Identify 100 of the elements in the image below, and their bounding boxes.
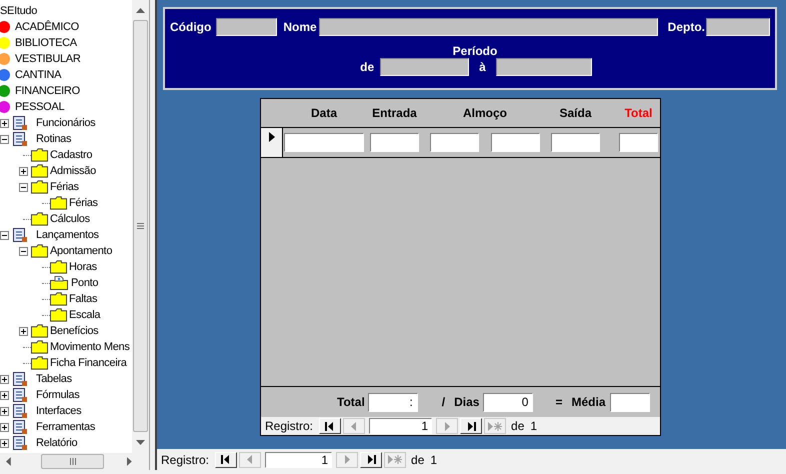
- time-field[interactable]: [370, 133, 419, 152]
- tree-item[interactable]: Benefícios: [50, 324, 98, 338]
- document-icon: [12, 420, 28, 434]
- time-field[interactable]: [619, 133, 658, 152]
- tree-item[interactable]: VESTIBULAR: [15, 52, 80, 66]
- time-field[interactable]: [551, 133, 600, 152]
- tree-item[interactable]: Férias: [69, 196, 98, 210]
- tree-item[interactable]: Funcionários: [36, 116, 96, 130]
- tree-item[interactable]: Férias: [50, 180, 79, 194]
- total-field[interactable]: :: [368, 392, 418, 412]
- field-label: Código: [170, 19, 212, 36]
- tree-item[interactable]: FINANCEIRO: [15, 84, 80, 98]
- scroll-down-icon[interactable]: [136, 440, 145, 445]
- tree-item[interactable]: BIBLIOTECA: [15, 36, 77, 50]
- expand-icon[interactable]: [0, 406, 9, 416]
- last-record-button[interactable]: [360, 452, 382, 468]
- days-field[interactable]: 0: [483, 392, 534, 412]
- tree-item[interactable]: Ponto: [71, 276, 98, 290]
- column-header: Entrada: [371, 105, 418, 122]
- text-field[interactable]: [216, 18, 278, 36]
- column-header: Saída: [558, 105, 593, 122]
- scroll-left-icon[interactable]: [6, 457, 11, 466]
- date-field[interactable]: [496, 58, 592, 76]
- tree-item[interactable]: Horas: [69, 260, 97, 274]
- tree-item[interactable]: Apontamento: [50, 244, 112, 258]
- first-record-button[interactable]: [215, 452, 238, 468]
- document-icon: [12, 228, 28, 242]
- expand-icon[interactable]: [0, 118, 9, 128]
- tree-item[interactable]: Interfaces: [36, 404, 82, 418]
- period-to-label: à: [479, 59, 486, 76]
- tree-item[interactable]: Fórmulas: [36, 388, 80, 402]
- field-label: Depto.: [668, 19, 705, 36]
- expand-icon[interactable]: [19, 326, 28, 336]
- tree-item[interactable]: Movimento Mens: [50, 340, 130, 354]
- time-field[interactable]: [430, 133, 479, 152]
- record-number-field[interactable]: 1: [369, 418, 432, 434]
- record-of-label: de: [411, 452, 424, 468]
- tree-item[interactable]: PESSOAL: [15, 100, 64, 114]
- scroll-right-icon[interactable]: [127, 457, 132, 466]
- date-field[interactable]: [380, 58, 470, 76]
- text-field[interactable]: [706, 18, 770, 36]
- record-selector[interactable]: [261, 128, 283, 157]
- tree-item[interactable]: Faltas: [69, 292, 98, 306]
- tree-item[interactable]: Tabelas: [36, 372, 72, 386]
- tree-item[interactable]: Cadastro: [50, 148, 92, 162]
- triangle-icon: [247, 455, 254, 464]
- time-field[interactable]: [491, 133, 540, 152]
- expand-icon[interactable]: [0, 438, 9, 448]
- document-icon: [12, 372, 28, 386]
- days-label: Dias: [454, 394, 480, 411]
- expand-icon[interactable]: [19, 166, 28, 176]
- folder-icon: [50, 260, 67, 274]
- scroll-up-icon[interactable]: [136, 8, 145, 13]
- tree-item[interactable]: Rotinas: [36, 132, 72, 146]
- column-header: Data: [310, 105, 338, 122]
- tree-item[interactable]: ACADÊMICO: [15, 20, 79, 34]
- first-record-button[interactable]: [319, 418, 342, 434]
- column-header: Almoço: [462, 105, 508, 122]
- horizontal-scrollbar[interactable]: [0, 453, 149, 470]
- column-header: Total: [624, 105, 654, 122]
- scrollbar-thumb[interactable]: [40, 454, 104, 469]
- scrollbar-thumb[interactable]: [133, 20, 148, 432]
- collapse-icon[interactable]: [0, 134, 9, 144]
- text-field[interactable]: [318, 18, 658, 36]
- collapse-icon[interactable]: [19, 246, 28, 256]
- folder-icon: [31, 356, 48, 370]
- vertical-scrollbar[interactable]: [132, 0, 149, 453]
- period-from-label: de: [360, 59, 374, 76]
- record-label: Registro:: [265, 418, 314, 435]
- average-field[interactable]: [610, 392, 650, 412]
- tree-item[interactable]: Lançamentos: [36, 228, 99, 242]
- total-label: Total: [337, 394, 365, 411]
- tree-item[interactable]: Admissão: [50, 164, 96, 178]
- equals-sign: =: [555, 394, 562, 411]
- tree-item[interactable]: Cálculos: [50, 212, 90, 226]
- document-icon: [12, 132, 28, 146]
- document-icon: [12, 436, 28, 450]
- record-number-field[interactable]: 1: [265, 452, 332, 468]
- date-field[interactable]: [284, 133, 364, 152]
- triangle-icon: [344, 455, 350, 464]
- folder-icon: [50, 276, 68, 290]
- tree-item[interactable]: Ferramentas: [36, 420, 96, 434]
- tree-item[interactable]: Relatório: [36, 436, 78, 450]
- collapse-icon[interactable]: [19, 182, 28, 192]
- skip-icon: [325, 422, 336, 430]
- record-label: Registro:: [161, 452, 210, 468]
- folder-icon: [31, 340, 48, 354]
- tree-item[interactable]: CANTINA: [15, 68, 62, 82]
- tree-item[interactable]: Ficha Financeira: [50, 356, 127, 370]
- folder-icon: [31, 164, 48, 178]
- last-record-button[interactable]: [460, 418, 482, 434]
- expand-icon[interactable]: [0, 374, 9, 384]
- tree-item[interactable]: SEItudo: [0, 4, 38, 18]
- expand-icon[interactable]: [0, 390, 9, 400]
- record-of-label: de: [511, 418, 524, 435]
- expand-icon[interactable]: [0, 422, 9, 432]
- folder-icon: [31, 180, 48, 194]
- folder-icon: [31, 212, 48, 226]
- collapse-icon[interactable]: [0, 230, 9, 240]
- tree-item[interactable]: Escala: [69, 308, 100, 322]
